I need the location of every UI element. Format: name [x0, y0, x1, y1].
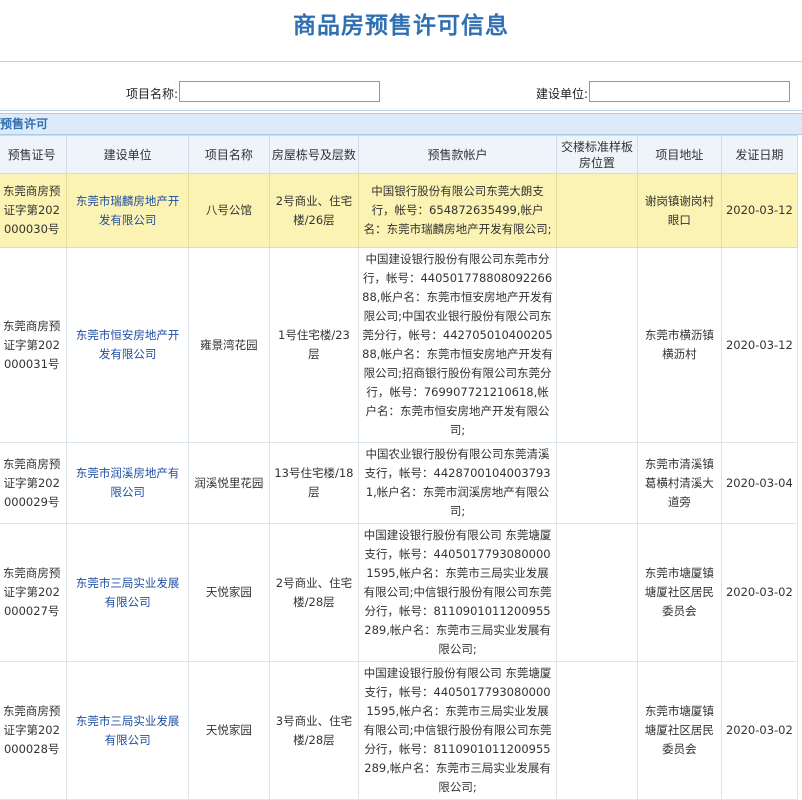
building-cell: 2号商业、住宅楼/28层 [268, 523, 359, 662]
address-cell: 东莞市塘厦镇塘厦社区居民委员会 [636, 523, 722, 662]
project-cell: 润溪悦里花园 [187, 442, 270, 524]
building-cell: 3号商业、住宅楼/28层 [268, 661, 359, 800]
developer-link[interactable]: 东莞市三局实业发展有限公司 [66, 661, 189, 800]
section-title: 预售许可 [0, 117, 49, 131]
permit-no-cell: 东莞商房预证字第202000027号 [0, 523, 68, 662]
sample-room-cell [556, 247, 638, 443]
address-cell: 东莞市清溪镇葛横村清溪大道旁 [636, 442, 722, 524]
date-cell: 2020-03-02 [720, 661, 799, 800]
date-cell: 2020-03-04 [720, 442, 799, 524]
column-header-sample-room[interactable]: 交楼标准样板房位置 [556, 135, 638, 174]
permit-no-cell: 东莞商房预证字第202000029号 [0, 442, 68, 524]
table-row[interactable]: 东莞商房预证字第202000028号 东莞市三局实业发展有限公司 天悦家园 3号… [0, 661, 799, 800]
column-header-address[interactable]: 项目地址 [636, 135, 722, 174]
date-cell: 2020-03-12 [720, 173, 799, 248]
table-row[interactable]: 东莞商房预证字第202000031号 东莞市恒安房地产开发有限公司 雍景湾花园 … [0, 247, 799, 443]
project-name-label: 项目名称: [126, 87, 179, 101]
date-cell: 2020-03-12 [720, 247, 799, 443]
developer-label: 建设单位: [536, 87, 589, 101]
account-cell: 中国银行股份有限公司东莞大朗支行，帐号：654872635499,帐户名：东莞市… [357, 173, 558, 248]
account-cell: 中国农业银行股份有限公司东莞清溪支行，帐号：44287001040037931,… [357, 442, 558, 524]
page-title: 商品房预售许可信息 [293, 13, 509, 39]
search-bar: 项目名称: 建设单位: [0, 61, 802, 111]
column-header-developer[interactable]: 建设单位 [66, 135, 189, 174]
developer-link[interactable]: 东莞市润溪房地产有限公司 [66, 442, 189, 524]
column-header-project[interactable]: 项目名称 [187, 135, 270, 174]
permit-no-cell: 东莞商房预证字第202000030号 [0, 173, 68, 248]
developer-link[interactable]: 东莞市恒安房地产开发有限公司 [66, 247, 189, 443]
project-cell: 八号公馆 [187, 173, 270, 248]
address-cell: 东莞市塘厦镇塘厦社区居民委员会 [636, 661, 722, 800]
project-cell: 雍景湾花园 [187, 247, 270, 443]
account-cell: 中国建设银行股份有限公司 东莞塘厦支行，帐号：44050177930800001… [357, 661, 558, 800]
developer-input[interactable] [589, 81, 790, 102]
permit-no-cell: 东莞商房预证字第202000031号 [0, 247, 68, 443]
project-name-input[interactable] [179, 81, 380, 102]
column-header-account[interactable]: 预售款帐户 [357, 135, 558, 174]
table-row[interactable]: 东莞商房预证字第202000030号 东莞市瑞麟房地产开发有限公司 八号公馆 2… [0, 173, 799, 248]
project-cell: 天悦家园 [187, 661, 270, 800]
developer-link[interactable]: 东莞市三局实业发展有限公司 [66, 523, 189, 662]
account-cell: 中国建设银行股份有限公司东莞市分行，帐号：4405017788080922668… [357, 247, 558, 443]
building-cell: 2号商业、住宅楼/26层 [268, 173, 359, 248]
column-header-date[interactable]: 发证日期 [720, 135, 799, 174]
developer-link[interactable]: 东莞市瑞麟房地产开发有限公司 [66, 173, 189, 248]
project-cell: 天悦家园 [187, 523, 270, 662]
column-header-building[interactable]: 房屋栋号及层数 [268, 135, 359, 174]
building-cell: 1号住宅楼/23层 [268, 247, 359, 443]
column-header-permit-no[interactable]: 预售证号 [0, 135, 68, 174]
sample-room-cell [556, 661, 638, 800]
account-cell: 中国建设银行股份有限公司 东莞塘厦支行，帐号：44050177930800001… [357, 523, 558, 662]
table-row[interactable]: 东莞商房预证字第202000027号 东莞市三局实业发展有限公司 天悦家园 2号… [0, 523, 799, 662]
sample-room-cell [556, 442, 638, 524]
building-cell: 13号住宅楼/18层 [268, 442, 359, 524]
address-cell: 谢岗镇谢岗村眼口 [636, 173, 722, 248]
table-row[interactable]: 东莞商房预证字第202000029号 东莞市润溪房地产有限公司 润溪悦里花园 1… [0, 442, 799, 524]
sample-room-cell [556, 523, 638, 662]
section-header: 预售许可 [0, 113, 802, 135]
table-header-row: 预售证号 建设单位 项目名称 房屋栋号及层数 预售款帐户 交楼标准样板房位置 项… [0, 135, 799, 174]
permit-table: 预售证号 建设单位 项目名称 房屋栋号及层数 预售款帐户 交楼标准样板房位置 项… [0, 135, 799, 800]
date-cell: 2020-03-02 [720, 523, 799, 662]
address-cell: 东莞市横沥镇横沥村 [636, 247, 722, 443]
permit-no-cell: 东莞商房预证字第202000028号 [0, 661, 68, 800]
sample-room-cell [556, 173, 638, 248]
